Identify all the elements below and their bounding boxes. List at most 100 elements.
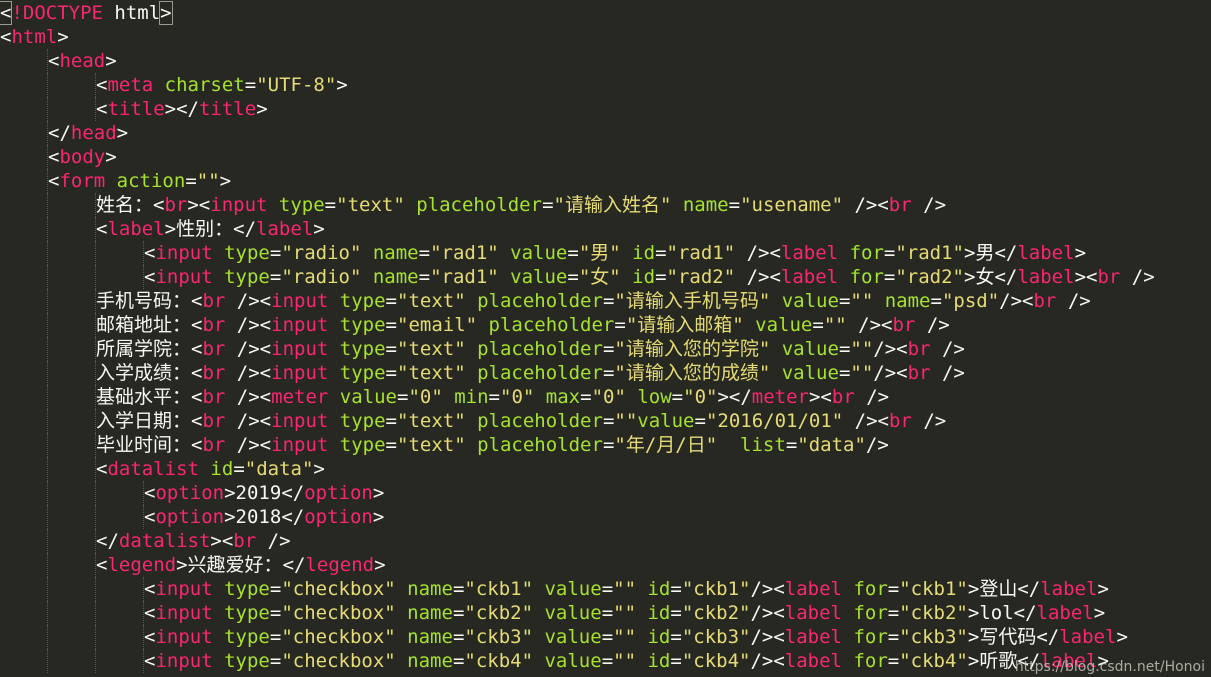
code-token: = [655, 242, 667, 264]
code-line[interactable]: <input type="radio" name="rad1" value="女… [0, 265, 1211, 289]
code-token: />< [999, 290, 1034, 312]
code-token: < [48, 50, 60, 72]
code-line[interactable]: <datalist id="data"> [0, 457, 1211, 481]
code-text: <!DOCTYPE html> [0, 1, 173, 25]
code-token: </ [1036, 626, 1060, 648]
code-token: </ [282, 554, 306, 576]
code-token: = [930, 290, 942, 312]
indent-guide [47, 313, 48, 337]
code-line[interactable]: 手机号码：<br /><input type="text" placeholde… [0, 289, 1211, 313]
code-token: html [11, 26, 58, 48]
code-line[interactable]: <input type="radio" name="rad1" value="男… [0, 241, 1211, 265]
code-line[interactable]: <meta charset="UTF-8"> [0, 73, 1211, 97]
code-token: "年/月/日" [614, 434, 718, 456]
code-token: "" [613, 650, 637, 672]
code-token: < [191, 314, 203, 336]
code-line[interactable]: 毕业时间：<br /><input type="text" placeholde… [0, 433, 1211, 457]
code-line[interactable]: <legend>兴趣爱好：</legend> [0, 553, 1211, 577]
code-token: />< [225, 362, 272, 384]
code-token: = [269, 242, 282, 264]
code-line[interactable]: <body> [0, 145, 1211, 169]
indent-guide [47, 361, 48, 385]
code-line[interactable]: <input type="checkbox" name="ckb1" value… [0, 577, 1211, 601]
code-line[interactable]: <head> [0, 49, 1211, 73]
code-token: !DOCTYPE [11, 2, 103, 24]
code-line[interactable]: <form action=""> [0, 169, 1211, 193]
code-token: name [407, 578, 453, 600]
code-line[interactable]: 邮箱地址：<br /><input type="email" placehold… [0, 313, 1211, 337]
code-text: <input type="checkbox" name="ckb1" value… [144, 577, 1109, 601]
code-line[interactable]: <input type="checkbox" name="ckb3" value… [0, 625, 1211, 649]
code-token: />< [750, 650, 785, 672]
code-token: type [339, 410, 386, 432]
code-line[interactable]: <input type="checkbox" name="ckb2" value… [0, 601, 1211, 625]
code-token: > [372, 482, 385, 504]
code-line[interactable]: <title></title> [0, 97, 1211, 121]
code-token: > [219, 170, 232, 192]
indent-guide [47, 505, 48, 529]
code-line[interactable]: <label>性别：</label> [0, 217, 1211, 241]
code-token: id [632, 266, 656, 288]
code-token: option [155, 506, 225, 528]
code-token: </ [1013, 602, 1037, 624]
code-token: />< [735, 242, 781, 264]
code-token: input [271, 434, 329, 456]
code-token: = [385, 314, 397, 336]
code-token: label [784, 602, 842, 624]
code-token: "0" [408, 386, 443, 408]
code-token: /> [915, 314, 950, 336]
indent-guide [47, 337, 48, 361]
code-line[interactable]: 所属学院：<br /><input type="text" placeholde… [0, 337, 1211, 361]
code-line[interactable]: 入学日期：<br /><input type="text" placeholde… [0, 409, 1211, 433]
code-token: list [740, 434, 786, 456]
code-line[interactable]: <html> [0, 25, 1211, 49]
code-token: < [144, 650, 156, 672]
code-token: > [1097, 578, 1109, 600]
code-token: < [191, 290, 203, 312]
code-token: = [838, 338, 851, 360]
code-line[interactable]: <!DOCTYPE html> [0, 1, 1211, 25]
code-token: label [780, 266, 839, 288]
code-line[interactable]: </head> [0, 121, 1211, 145]
indent-guide [47, 601, 48, 625]
code-token: = [269, 626, 282, 648]
code-token: </ [233, 218, 257, 240]
code-token: label [1017, 242, 1075, 264]
code-line[interactable]: <option>2019</option> [0, 481, 1211, 505]
code-token: "" [613, 626, 637, 648]
code-line[interactable]: 入学成绩：<br /><input type="text" placeholde… [0, 361, 1211, 385]
code-line[interactable]: </datalist><br /> [0, 529, 1211, 553]
code-token: >< [808, 386, 832, 408]
code-token: "UTF-8" [256, 74, 337, 96]
code-token: > [1093, 602, 1106, 624]
code-line[interactable]: 基础水平：<br /><meter value="0" min="0" max=… [0, 385, 1211, 409]
code-line[interactable]: <option>2018</option> [0, 505, 1211, 529]
code-token: />< [873, 362, 908, 384]
code-token: < [48, 146, 60, 168]
code-token: > [967, 650, 980, 672]
code-token: value [781, 338, 839, 360]
code-line[interactable]: 姓名：<br><input type="text" placeholder="请… [0, 193, 1211, 217]
code-token: > [372, 506, 385, 528]
code-token: > [336, 74, 348, 96]
code-token: = [396, 386, 409, 408]
code-token: < [96, 218, 108, 240]
code-token: />< [225, 314, 272, 336]
code-token: max [545, 386, 581, 408]
code-token: </ [994, 242, 1018, 264]
code-token: br [202, 410, 226, 432]
code-editor[interactable]: <!DOCTYPE html> <html> <head> <meta charset… [0, 0, 1211, 677]
